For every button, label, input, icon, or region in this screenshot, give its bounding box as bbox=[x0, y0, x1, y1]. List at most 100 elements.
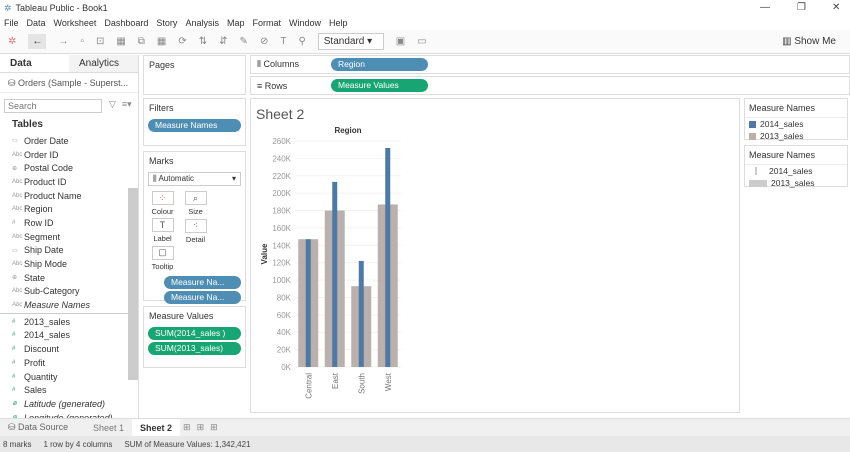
num-icon: # bbox=[12, 346, 16, 353]
tableau-icon[interactable]: ✲ bbox=[8, 36, 16, 47]
group-icon[interactable]: ⊘ bbox=[260, 36, 268, 47]
size-pill[interactable]: Measure Na... bbox=[164, 290, 241, 304]
label-button[interactable]: T Label bbox=[148, 218, 177, 243]
menu-help[interactable]: Help bbox=[329, 18, 348, 28]
swap-icon[interactable]: ⟳ bbox=[178, 36, 186, 47]
field-item[interactable]: Abc Product Name bbox=[0, 189, 138, 203]
menu-data[interactable]: Data bbox=[27, 18, 46, 28]
field-item[interactable]: Abc Measure Names bbox=[0, 298, 138, 312]
tab-analytics[interactable]: Analytics bbox=[69, 55, 138, 72]
field-item[interactable]: # Discount bbox=[0, 342, 138, 356]
legend-item[interactable]: 2013_sales bbox=[745, 177, 847, 189]
columns-pill[interactable]: Region bbox=[331, 58, 428, 71]
chart-icon[interactable]: ▣ bbox=[396, 36, 405, 47]
colour-pill[interactable]: Measure Na... bbox=[164, 275, 241, 289]
columns-shelf[interactable]: ⦀ Columns Region bbox=[250, 55, 850, 74]
fit-select[interactable]: Standard ▾ bbox=[317, 33, 384, 50]
tab-sheet-1[interactable]: Sheet 1 bbox=[85, 423, 132, 433]
new-sheet-icon[interactable]: ▦ bbox=[116, 36, 125, 47]
field-item[interactable]: Abc Product ID bbox=[0, 175, 138, 189]
data-source-name[interactable]: ⛁ Orders (Sample - Superst... bbox=[0, 73, 138, 93]
maximize-icon[interactable]: ❐ bbox=[797, 2, 806, 13]
num-icon: # bbox=[12, 219, 16, 226]
menu-dashboard[interactable]: Dashboard bbox=[104, 18, 148, 28]
detail-button[interactable]: ⁖ Detail bbox=[181, 218, 210, 244]
sort-desc-icon[interactable]: ⇵ bbox=[219, 36, 227, 47]
field-item[interactable]: ⊕ Latitude (generated) bbox=[0, 397, 138, 411]
mark-type-select[interactable]: ⫼ Automatic ▾ bbox=[148, 172, 241, 186]
presentation-icon[interactable]: ▭ bbox=[417, 36, 426, 47]
button-label: Tooltip bbox=[151, 261, 174, 271]
new-sheet-icon[interactable]: ⊞ bbox=[180, 422, 194, 433]
filter-pill[interactable]: Measure Names bbox=[148, 119, 241, 132]
menu-worksheet[interactable]: Worksheet bbox=[54, 18, 97, 28]
menu-map[interactable]: Map bbox=[227, 18, 245, 28]
tab-sheet-2[interactable]: Sheet 2 bbox=[132, 418, 181, 437]
redo-icon[interactable]: → bbox=[58, 36, 68, 47]
tooltip-button[interactable]: ▢ Tooltip bbox=[148, 245, 177, 271]
legend-item[interactable]: 2014_sales bbox=[745, 165, 847, 177]
tab-data-source[interactable]: ⛁ Data Source bbox=[0, 422, 85, 433]
legend-item[interactable]: 2013_sales bbox=[745, 130, 847, 142]
field-item[interactable]: # Sales bbox=[0, 383, 138, 397]
field-item[interactable]: #2014_sales bbox=[0, 329, 138, 343]
y-tick-label: 40K bbox=[277, 328, 292, 337]
menu-analysis[interactable]: Analysis bbox=[185, 18, 219, 28]
field-item[interactable]: # Quantity bbox=[0, 370, 138, 384]
field-item[interactable]: ▭ Order Date bbox=[0, 134, 138, 148]
tooltip-icon: ▢ bbox=[151, 245, 174, 260]
colour-button[interactable]: ⁘ Colour bbox=[148, 191, 177, 216]
search-input[interactable] bbox=[4, 99, 102, 113]
field-name: Segment bbox=[24, 231, 61, 242]
duplicate-icon[interactable]: ⧉ bbox=[138, 36, 145, 47]
num-icon: # bbox=[12, 387, 16, 394]
size-button[interactable]: ⌕ Size bbox=[181, 191, 210, 216]
new-story-icon[interactable]: ⊞ bbox=[207, 422, 221, 433]
field-item[interactable]: #2013_sales bbox=[0, 315, 138, 329]
new-datasource-icon[interactable]: ⊡ bbox=[96, 36, 104, 47]
filter-icon[interactable]: ▽ bbox=[109, 99, 116, 110]
field-item[interactable]: ⊕ Postal Code bbox=[0, 161, 138, 175]
highlight-icon[interactable]: ✎ bbox=[240, 36, 248, 47]
close-icon[interactable]: ✕ bbox=[832, 2, 840, 13]
menu-window[interactable]: Window bbox=[289, 18, 321, 28]
show-me-button[interactable]: ▥ Show Me bbox=[782, 36, 836, 47]
sort-asc-icon[interactable]: ⇅ bbox=[199, 36, 207, 47]
undo-icon[interactable]: ← bbox=[28, 34, 47, 49]
menu-story[interactable]: Story bbox=[156, 18, 177, 28]
legend-item[interactable]: 2014_sales bbox=[745, 118, 847, 130]
rows-shelf[interactable]: ≡ Rows Measure Values bbox=[250, 76, 850, 95]
field-item[interactable]: Abc Ship Mode bbox=[0, 257, 138, 271]
field-item[interactable]: ⊕ State bbox=[0, 271, 138, 285]
legend-title: Measure Names bbox=[745, 99, 847, 118]
view-options-icon[interactable]: ≡▾ bbox=[122, 99, 132, 110]
minimize-icon[interactable]: — bbox=[760, 2, 770, 13]
y-tick-label: 180K bbox=[272, 207, 291, 216]
marks-title: Marks bbox=[149, 156, 174, 166]
field-item[interactable]: ▭ Ship Date bbox=[0, 244, 138, 258]
detail-icon: ⁖ bbox=[184, 218, 207, 233]
measure-pill[interactable]: SUM(2014_sales ) bbox=[148, 327, 241, 340]
bar-2014-sales bbox=[332, 181, 338, 367]
database-icon: ⛁ bbox=[8, 78, 19, 88]
field-item[interactable]: Abc Segment bbox=[0, 230, 138, 244]
field-item[interactable]: # Row ID bbox=[0, 216, 138, 230]
scrollbar[interactable] bbox=[128, 188, 138, 380]
field-item[interactable]: Abc Region bbox=[0, 202, 138, 216]
pin-icon[interactable]: ⚲ bbox=[298, 36, 305, 47]
field-item[interactable]: Abc Sub-Category bbox=[0, 285, 138, 299]
measure-pill[interactable]: SUM(2013_sales) bbox=[148, 342, 241, 355]
menu-file[interactable]: File bbox=[4, 18, 19, 28]
bar-2014-sales bbox=[385, 147, 391, 367]
tab-data[interactable]: Data bbox=[0, 55, 69, 72]
label-icon[interactable]: T bbox=[280, 36, 286, 47]
clear-icon[interactable]: ▦ bbox=[157, 36, 166, 47]
menu-bar: File Data Worksheet Dashboard Story Analysis M… bbox=[0, 16, 850, 30]
new-dashboard-icon[interactable]: ⊞ bbox=[194, 422, 208, 433]
field-item[interactable]: # Profit bbox=[0, 356, 138, 370]
save-icon[interactable]: ▫ bbox=[80, 36, 84, 47]
rows-pill[interactable]: Measure Values bbox=[331, 79, 428, 92]
tables-heading: Tables bbox=[12, 119, 43, 130]
field-item[interactable]: Abc Order ID bbox=[0, 148, 138, 162]
menu-format[interactable]: Format bbox=[252, 18, 281, 28]
